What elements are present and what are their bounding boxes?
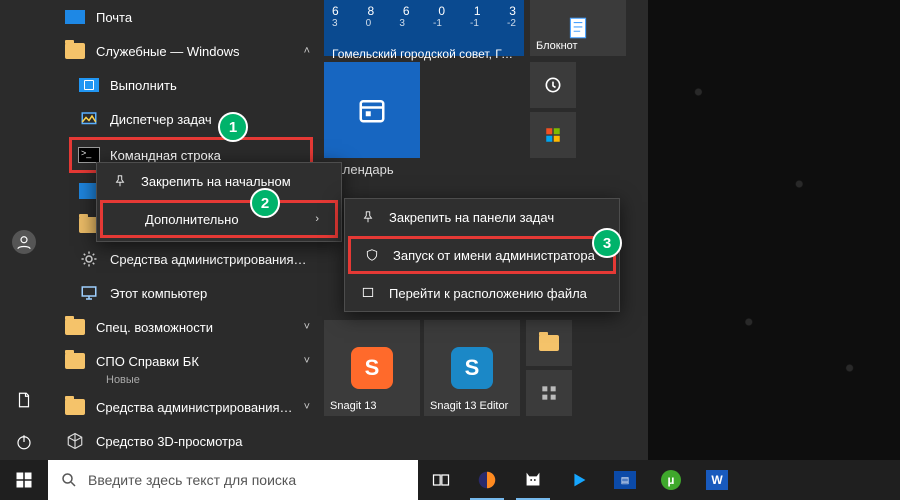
cube-icon — [66, 432, 84, 450]
play-icon — [568, 469, 590, 491]
cmd-icon — [78, 147, 100, 163]
taskbar-utorrent[interactable]: µ — [648, 460, 694, 500]
chevron-down-icon: ˅ — [304, 355, 310, 367]
start-rail — [0, 0, 48, 460]
tile-notepad[interactable]: Блокнот — [530, 0, 626, 56]
app-run-label: Выполнить — [110, 78, 310, 93]
annotation-badge-1: 1 — [218, 112, 248, 142]
run-icon — [79, 78, 99, 92]
taskbar-search-placeholder: Введите здесь текст для поиска — [88, 472, 296, 488]
context-menu-2: Закрепить на панели задач Запуск от имен… — [344, 198, 620, 312]
app-admin-label: Средства администрирования Win... — [110, 252, 310, 267]
app-task-manager[interactable]: Диспетчер задач — [48, 102, 320, 136]
ctx1-pin-start[interactable]: Закрепить на начальном — [97, 163, 341, 199]
app-this-pc[interactable]: Этот компьютер — [48, 276, 320, 310]
taskbar-firefox[interactable] — [464, 460, 510, 500]
chevron-down-icon: ˅ — [304, 321, 310, 333]
pin-icon — [359, 210, 377, 224]
pin-icon — [111, 174, 129, 188]
utorrent-icon: µ — [661, 470, 681, 490]
start-button[interactable] — [0, 460, 48, 500]
taskbar-app-cat[interactable] — [510, 460, 556, 500]
ctx2-open-location[interactable]: Перейти к расположению файла — [345, 275, 619, 311]
documents-icon[interactable] — [14, 390, 34, 410]
taskbar-disk-tool[interactable]: ▤ — [602, 460, 648, 500]
folder-icon — [65, 399, 85, 415]
app-admin2-label: Средства администрирования W... — [96, 400, 294, 415]
taskbar-icons: ▤ µ W — [418, 460, 740, 500]
gear-icon — [80, 250, 98, 268]
app-run[interactable]: Выполнить — [48, 68, 320, 102]
app-thispc-label: Этот компьютер — [110, 286, 310, 301]
word-icon: W — [706, 470, 728, 490]
taskbar-search[interactable]: Введите здесь текст для поиска — [48, 460, 418, 500]
taskbar-media-player[interactable] — [556, 460, 602, 500]
app-access-label: Спец. возможности — [96, 320, 294, 335]
tile-snagit[interactable]: S Snagit 13 — [324, 320, 420, 416]
windows-icon — [15, 471, 33, 489]
annotation-badge-2: 2 — [250, 188, 280, 218]
chevron-right-icon: › — [315, 213, 319, 225]
app-admin-tools[interactable]: Средства администрирования Win... — [48, 242, 320, 276]
disk-icon: ▤ — [614, 471, 636, 489]
tile-weather[interactable]: 686013 303-1-1-2 Гомельский городской со… — [324, 0, 524, 56]
clock-icon — [543, 75, 563, 95]
chevron-up-icon: ˄ — [304, 45, 310, 57]
tile-calendar[interactable] — [324, 62, 420, 158]
context-menu-1: Закрепить на начальном Дополнительно › — [96, 162, 342, 242]
pc-icon — [80, 284, 98, 302]
taskbar-taskview[interactable] — [418, 460, 464, 500]
tile-explorer[interactable] — [526, 320, 572, 366]
calendar-icon — [357, 95, 387, 125]
taskmgr-icon — [80, 110, 98, 128]
cat-icon — [522, 469, 544, 491]
app-mail[interactable]: Почта — [48, 0, 320, 34]
taskview-icon — [431, 470, 451, 490]
notepad-icon — [565, 15, 591, 41]
taskbar-word[interactable]: W — [694, 460, 740, 500]
ctx2-pin-taskbar[interactable]: Закрепить на панели задач — [345, 199, 619, 235]
desktop-wallpaper — [648, 0, 900, 460]
app-group-label: Служебные — Windows — [96, 44, 294, 59]
tile-generic[interactable] — [526, 370, 572, 416]
app-admin-tools-2[interactable]: Средства администрирования W... ˅ — [48, 390, 320, 424]
app-cmd-label: Командная строка — [110, 148, 302, 163]
store-icon — [544, 126, 562, 144]
app-taskmgr-label: Диспетчер задач — [110, 112, 310, 127]
snagit-icon: S — [351, 347, 393, 389]
tile-weather-caption: Гомельский городской совет, Го... — [332, 47, 516, 61]
tile-snagit-editor[interactable]: S Snagit 13 Editor — [424, 320, 520, 416]
app-3d-label: Средство 3D-просмотра — [96, 434, 310, 449]
app-mail-label: Почта — [96, 10, 310, 25]
app-3d-viewer[interactable]: Средство 3D-просмотра — [48, 424, 320, 458]
firefox-icon — [476, 469, 498, 491]
app-group-windows-tools[interactable]: Служебные — Windows ˄ — [48, 34, 320, 68]
search-icon — [60, 471, 78, 489]
grid-icon — [539, 383, 559, 403]
chevron-down-icon: ˅ — [304, 401, 310, 413]
taskbar: Введите здесь текст для поиска ▤ µ W — [0, 460, 900, 500]
folder-icon — [539, 335, 559, 351]
snagit-editor-icon: S — [451, 347, 493, 389]
app-spo-label: СПО Справки БК — [96, 354, 294, 369]
tile-store[interactable] — [530, 112, 576, 158]
app-spo[interactable]: СПО Справки БК ˅ — [48, 344, 320, 378]
folder-icon — [65, 353, 85, 369]
folder-icon — [65, 319, 85, 335]
folder-icon — [65, 43, 85, 59]
shield-icon — [363, 248, 381, 262]
app-accessibility[interactable]: Спец. возможности ˅ — [48, 310, 320, 344]
annotation-badge-3: 3 — [592, 228, 622, 258]
ctx2-run-as-admin[interactable]: Запуск от имени администратора — [349, 237, 615, 273]
power-icon[interactable] — [14, 432, 34, 452]
file-location-icon — [359, 286, 377, 300]
tile-clock[interactable] — [530, 62, 576, 108]
user-avatar-icon[interactable] — [12, 230, 36, 254]
ctx1-more[interactable]: Дополнительно › — [101, 201, 337, 237]
